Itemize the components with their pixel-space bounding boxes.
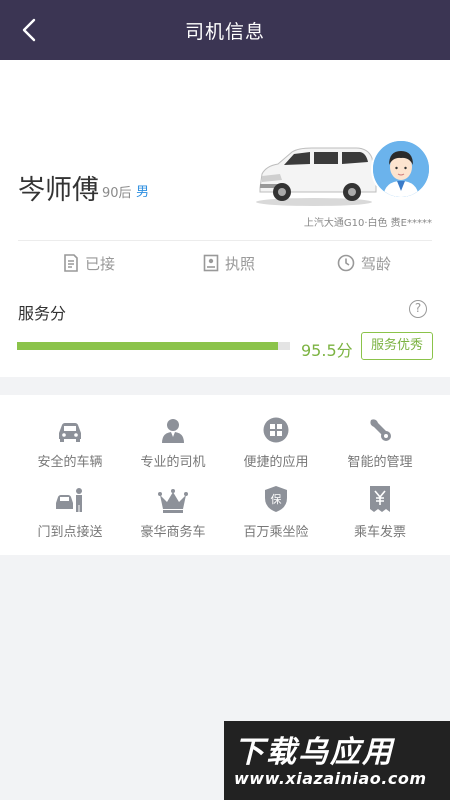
feature-label: 安全的车辆 (37, 455, 103, 470)
top-bar: 司机信息 (0, 0, 450, 60)
clock-icon (337, 254, 355, 272)
watermark-title: 下载乌应用 (234, 735, 394, 770)
service-score-card: 服务分 ? 95.5分 服务优秀 (0, 280, 450, 377)
help-icon[interactable]: ? (409, 300, 427, 318)
crown-icon (158, 489, 188, 513)
driver-gender: 男 (136, 185, 150, 200)
score-progress-bar (17, 342, 290, 350)
feature-door-to-door: 门到点接送 (18, 485, 122, 540)
back-button[interactable] (14, 15, 44, 45)
score-progress-fill (17, 342, 278, 350)
feature-safe-vehicle: 安全的车辆 (18, 415, 122, 470)
feature-convenient-app: 便捷的应用 (224, 415, 328, 470)
tools-icon (370, 419, 391, 441)
feature-smart-management: 智能的管理 (328, 415, 432, 470)
watermark-logo: 下载乌应用 www.xiazainiao.com (224, 721, 450, 800)
feature-label: 百万乘坐险 (243, 525, 309, 540)
page-title: 司机信息 (184, 20, 265, 43)
license-card-icon (203, 254, 219, 272)
svg-text:保: 保 (271, 492, 282, 506)
driver-avatar[interactable] (371, 139, 431, 199)
feature-insurance: 保 百万乘坐险 (224, 485, 328, 540)
feature-label: 门到点接送 (37, 525, 103, 540)
order-document-icon (64, 254, 78, 272)
pickup-icon (56, 488, 82, 512)
feature-label: 智能的管理 (347, 455, 413, 470)
back-arrow-icon (22, 18, 36, 42)
driver-age: 90后 (102, 186, 132, 201)
feature-label: 便捷的应用 (243, 455, 309, 470)
stat-license-label: 执照 (224, 254, 255, 273)
service-score-value: 95.5分 (301, 341, 353, 360)
stat-orders-label: 已接 (84, 254, 115, 273)
stat-years-label: 驾龄 (360, 254, 391, 273)
service-score-title: 服务分 (18, 304, 67, 323)
car-info: 上汽大通G10·白色 赉E***** (303, 218, 432, 229)
feature-label: 乘车发票 (353, 525, 406, 540)
invoice-icon (370, 486, 390, 512)
driver-name: 岑师傅 (18, 175, 99, 206)
feature-grid: 安全的车辆 专业的司机 便捷的应用 智能的管理 门到点接送 豪华商务车 保 百万… (0, 395, 450, 555)
feature-label: 豪华商务车 (140, 525, 206, 540)
avatar-icon (373, 141, 429, 197)
feature-pro-driver: 专业的司机 (121, 415, 225, 470)
car-image (256, 147, 377, 206)
car-icon (59, 423, 81, 442)
insurance-shield-icon: 保 (265, 486, 287, 512)
driver-icon (162, 419, 184, 443)
feature-invoice: 乘车发票 (328, 485, 432, 540)
feature-luxury-car: 豪华商务车 (121, 485, 225, 540)
feature-label: 专业的司机 (140, 455, 206, 470)
service-level-badge: 服务优秀 (361, 332, 433, 360)
watermark-url: www.xiazainiao.com (234, 769, 427, 788)
divider (18, 240, 432, 241)
app-grid-icon (263, 417, 289, 443)
